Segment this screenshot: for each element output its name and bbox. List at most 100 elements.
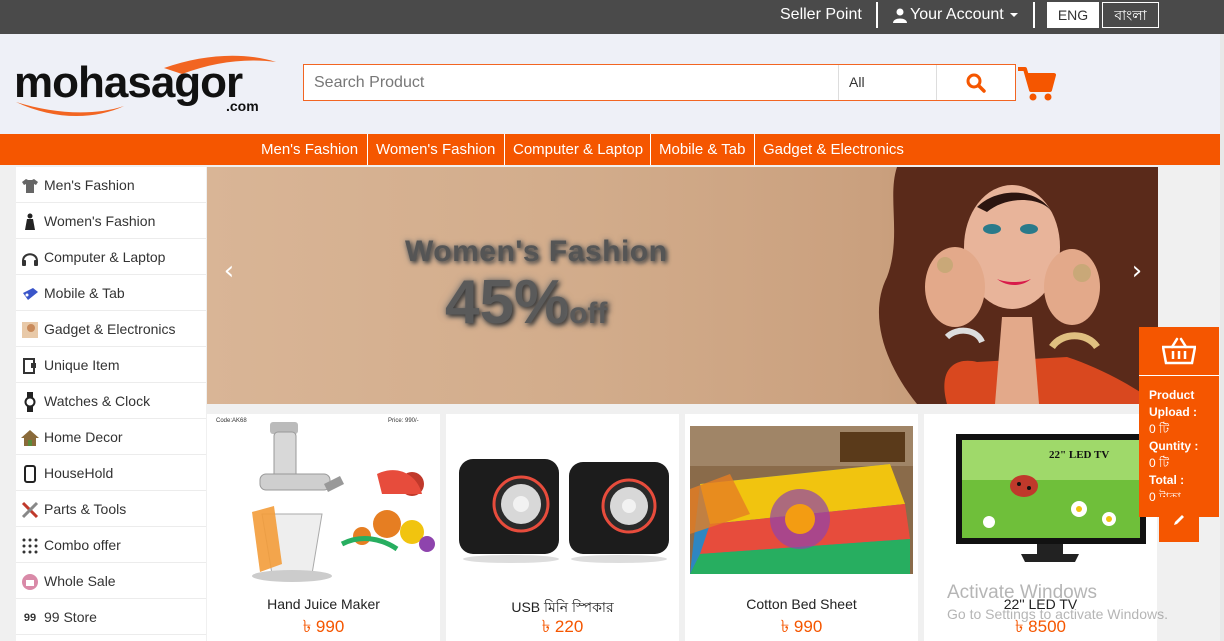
category-nav: Men's Fashion Women's Fashion Computer &… [0,134,1220,165]
sidebar-item-mobile-tab[interactable]: Mobile & Tab [16,275,206,311]
product-name: Hand Juice Maker [267,596,380,612]
product-card[interactable]: Cotton Bed Sheet ৳ 990 [685,414,918,641]
sidebar-item-label: Unique Item [44,357,120,373]
basket-icon [1139,327,1219,376]
product-card[interactable]: Code:AK68 Price: 990/- Hand Juice Maker … [207,414,440,641]
sidebar-item-household[interactable]: HouseHold [16,455,206,491]
product-price: ৳ 220 [541,617,584,636]
watermark-subtitle: Go to Settings to activate Windows. [947,606,1168,622]
product-name: Cotton Bed Sheet [746,596,857,612]
top-divider [1033,2,1035,28]
nav-computer-laptop[interactable]: Computer & Laptop [504,134,652,165]
upload-value: 0 টি [1149,422,1169,436]
language-bangla-button[interactable]: বাংলা [1102,2,1159,28]
mohasagor-logo[interactable]: mohasagor .com [14,54,279,118]
quantity-label: Quntity : [1149,439,1199,453]
sidebar-item-parts-tools[interactable]: Parts & Tools [16,491,206,527]
wholesale-icon [20,572,40,592]
banner-discount-suffix: off [569,297,608,330]
sidebar-item-label: Mobile & Tab [44,285,125,301]
product-image [690,414,913,586]
category-sidebar: Men's Fashion Women's Fashion Computer &… [16,167,206,641]
sidebar-item-label: Home Decor [44,429,123,445]
nav-gadget-electronics[interactable]: Gadget & Electronics [754,134,913,165]
sidebar-item-watches-clock[interactable]: Watches & Clock [16,383,206,419]
top-divider [876,2,878,28]
tv-screen-label: 22" LED TV [1049,449,1109,461]
search-category-select[interactable]: All [838,65,936,100]
sidebar-item-label: Gadget & Electronics [44,321,176,337]
sidebar-item-home-decor[interactable]: Home Decor [16,419,206,455]
floating-cart-widget[interactable]: Product Upload : 0 টি Quntity : 0 টি Tot… [1139,327,1219,517]
sidebar-item-label: Men's Fashion [44,177,135,193]
combo-icon [20,536,40,556]
product-card[interactable]: USB মিনি স্পিকার ৳ 220 [446,414,679,641]
house-icon [20,428,40,448]
99-store-icon: 99 [23,612,37,624]
gadget-icon [20,320,40,340]
product-price: ৳ 990 [780,617,823,636]
banner-model-image [878,167,1158,404]
unique-item-icon [20,356,40,376]
your-account-dropdown[interactable]: Your Account [893,0,1019,30]
sidebar-item-computer-laptop[interactable]: Computer & Laptop [16,239,206,275]
product-image-price: Price: 990/- [388,418,419,424]
user-icon [893,8,907,23]
phone-icon [20,464,40,484]
sidebar-item-label: Parts & Tools [44,501,127,517]
headphones-icon [20,248,40,268]
search-bar: All [303,64,1016,101]
windows-activation-watermark: Activate Windows Go to Settings to activ… [947,582,1168,622]
sidebar-item-mens-fashion[interactable]: Men's Fashion [16,167,206,203]
nav-womens-fashion[interactable]: Women's Fashion [367,134,504,165]
language-eng-button[interactable]: ENG [1047,2,1099,28]
sidebar-item-label: Combo offer [44,537,121,553]
shirt-icon [20,176,40,196]
sidebar-item-label: HouseHold [44,465,114,481]
gamepad-icon [20,284,40,304]
sidebar-item-label: Computer & Laptop [44,249,166,265]
shopping-cart-icon[interactable] [1017,64,1057,104]
upload-label: Product Upload : [1149,388,1197,419]
sidebar-item-label: Women's Fashion [44,213,156,229]
banner-discount-value: 45% [445,268,570,337]
logo-domain: .com [226,98,259,114]
top-bar: Seller Point Your Account ENG বাংলা [0,0,1224,34]
sidebar-item-combo-offer[interactable]: Combo offer [16,527,206,563]
banner-discount: 45%off [445,267,607,338]
search-input[interactable] [304,65,838,100]
search-icon [966,73,986,93]
sidebar-item-label: Whole Sale [44,573,116,589]
sidebar-item-whole-sale[interactable]: Whole Sale [16,563,206,599]
banner-prev-arrow-icon[interactable]: ‹ [219,258,239,284]
nav-mobile-tab[interactable]: Mobile & Tab [650,134,754,165]
sidebar-item-label: Watches & Clock [44,393,151,409]
page-scrollbar[interactable] [1220,34,1224,641]
edit-icon[interactable] [1159,497,1199,542]
product-price: ৳ 990 [302,617,345,636]
logo-wordmark: mohasagor [14,58,243,107]
caret-down-icon [1009,13,1018,17]
seller-point-link[interactable]: Seller Point [780,0,862,30]
nav-mens-fashion[interactable]: Men's Fashion [252,134,367,165]
tools-icon [20,500,40,520]
product-image: 22" LED TV [929,414,1152,586]
promo-banner[interactable]: Women's Fashion 45%off ‹ › [207,167,1158,404]
watch-icon [20,392,40,412]
sidebar-item-gadget-electronics[interactable]: Gadget & Electronics [16,311,206,347]
product-image: Code:AK68 Price: 990/- [212,414,435,586]
product-image-code: Code:AK68 [216,418,247,424]
product-image [451,414,674,586]
sidebar-item-unique-item[interactable]: Unique Item [16,347,206,383]
dress-icon [20,212,40,232]
banner-next-arrow-icon[interactable]: › [1127,258,1147,284]
banner-title: Women's Fashion [405,235,668,268]
search-button[interactable] [936,65,1015,100]
total-label: Total : [1149,473,1185,487]
quantity-value: 0 টি [1149,456,1169,470]
your-account-label: Your Account [910,6,1004,23]
sidebar-item-99-store[interactable]: 99 99 Store [16,599,206,635]
header: mohasagor .com All [0,34,1220,134]
sidebar-item-label: 99 Store [44,609,97,625]
sidebar-item-womens-fashion[interactable]: Women's Fashion [16,203,206,239]
